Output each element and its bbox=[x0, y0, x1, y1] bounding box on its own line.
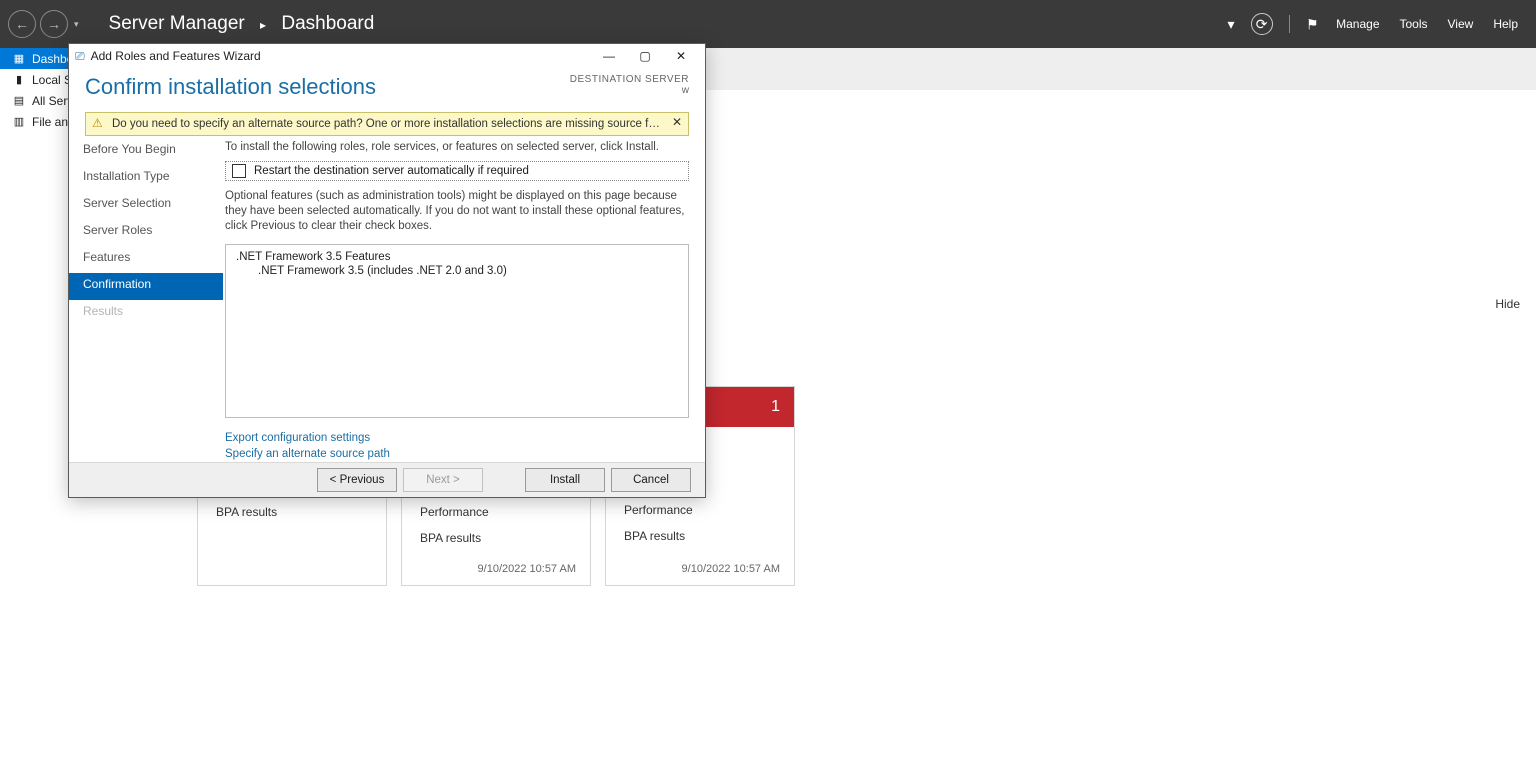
alternate-source-link[interactable]: Specify an alternate source path bbox=[225, 446, 689, 462]
warning-icon: ⚠ bbox=[92, 116, 103, 130]
server-manager-header: ← → ▾ Server Manager ▸ Dashboard ▾ ⟳ ⚑ M… bbox=[0, 0, 1536, 48]
optional-features-note: Optional features (such as administratio… bbox=[225, 189, 689, 234]
step-before-you-begin[interactable]: Before You Begin bbox=[69, 138, 223, 165]
step-server-selection[interactable]: Server Selection bbox=[69, 192, 223, 219]
restart-label: Restart the destination server automatic… bbox=[254, 165, 529, 177]
previous-button[interactable]: < Previous bbox=[317, 468, 397, 492]
feature-group: .NET Framework 3.5 Features bbox=[236, 251, 678, 263]
destination-value: w bbox=[570, 85, 689, 96]
restart-checkbox[interactable] bbox=[232, 164, 246, 178]
next-button: Next > bbox=[403, 468, 483, 492]
refresh-icon[interactable]: ⟳ bbox=[1251, 13, 1273, 35]
wizard-heading: Confirm installation selections bbox=[85, 74, 570, 100]
menu-tools[interactable]: Tools bbox=[1400, 17, 1428, 31]
close-button[interactable]: ✕ bbox=[663, 44, 699, 68]
menu-view[interactable]: View bbox=[1448, 17, 1474, 31]
warning-text: Do you need to specify an alternate sour… bbox=[112, 118, 689, 130]
install-instruction: To install the following roles, role ser… bbox=[225, 141, 689, 153]
wizard-footer: < Previous Next > Install Cancel bbox=[69, 462, 705, 497]
tile-row: Performance bbox=[606, 497, 794, 523]
storage-icon: ▥ bbox=[12, 115, 26, 128]
notifications-flag-icon[interactable]: ⚑ bbox=[1306, 15, 1319, 34]
breadcrumb: Server Manager ▸ Dashboard bbox=[109, 13, 375, 35]
menu-manage[interactable]: Manage bbox=[1336, 17, 1379, 31]
maximize-button[interactable]: ▢ bbox=[627, 44, 663, 68]
breadcrumb-separator-icon: ▸ bbox=[260, 18, 266, 32]
feature-item: .NET Framework 3.5 (includes .NET 2.0 an… bbox=[236, 265, 678, 277]
tile-timestamp: 9/10/2022 10:57 AM bbox=[682, 563, 780, 575]
destination-server: DESTINATION SERVER w bbox=[570, 74, 689, 96]
add-roles-wizard: ⎚ Add Roles and Features Wizard — ▢ ✕ Co… bbox=[68, 43, 706, 498]
tile-row: BPA results bbox=[606, 523, 794, 549]
menu-help[interactable]: Help bbox=[1493, 17, 1518, 31]
nav-arrows: ← → ▾ bbox=[0, 10, 79, 38]
step-features[interactable]: Features bbox=[69, 246, 223, 273]
wizard-body: Before You Begin Installation Type Serve… bbox=[69, 138, 705, 462]
restart-checkbox-row[interactable]: Restart the destination server automatic… bbox=[225, 161, 689, 181]
dashboard-icon: ▦ bbox=[12, 52, 26, 65]
tile-timestamp: 9/10/2022 10:57 AM bbox=[478, 563, 576, 575]
tile-row: BPA results bbox=[402, 525, 590, 551]
minimize-button[interactable]: — bbox=[591, 44, 627, 68]
wizard-app-icon: ⎚ bbox=[75, 49, 85, 64]
selected-features-list: .NET Framework 3.5 Features .NET Framewo… bbox=[225, 244, 689, 418]
step-confirmation[interactable]: Confirmation bbox=[69, 273, 223, 300]
export-config-link[interactable]: Export configuration settings bbox=[225, 430, 689, 446]
wizard-title: Add Roles and Features Wizard bbox=[91, 49, 261, 63]
server-icon: ▮ bbox=[12, 73, 26, 86]
servers-icon: ▤ bbox=[12, 94, 26, 107]
header-dropdown-icon[interactable]: ▾ bbox=[1228, 16, 1235, 33]
divider bbox=[1289, 15, 1290, 33]
wizard-titlebar[interactable]: ⎚ Add Roles and Features Wizard — ▢ ✕ bbox=[69, 44, 705, 68]
page-title: Dashboard bbox=[281, 13, 374, 34]
tile-row: Performance bbox=[402, 499, 590, 525]
destination-label: DESTINATION SERVER bbox=[570, 74, 689, 85]
back-button[interactable]: ← bbox=[8, 10, 36, 38]
tile-alert-count: 1 bbox=[771, 398, 780, 416]
step-results: Results bbox=[69, 300, 223, 327]
wizard-header: Confirm installation selections DESTINAT… bbox=[69, 68, 705, 112]
history-dropdown-icon[interactable]: ▾ bbox=[74, 19, 79, 30]
app-title: Server Manager bbox=[109, 13, 245, 34]
forward-button[interactable]: → bbox=[40, 10, 68, 38]
tile-row: BPA results bbox=[198, 499, 386, 525]
source-path-warning: ⚠ Do you need to specify an alternate so… bbox=[85, 112, 689, 136]
dismiss-warning-button[interactable]: ✕ bbox=[672, 115, 682, 129]
step-installation-type[interactable]: Installation Type bbox=[69, 165, 223, 192]
step-server-roles[interactable]: Server Roles bbox=[69, 219, 223, 246]
cancel-button[interactable]: Cancel bbox=[611, 468, 691, 492]
hide-link[interactable]: Hide bbox=[1495, 297, 1520, 311]
wizard-steps: Before You Begin Installation Type Serve… bbox=[69, 138, 223, 462]
header-right: ▾ ⟳ ⚑ Manage Tools View Help bbox=[1220, 0, 1528, 48]
wizard-content: To install the following roles, role ser… bbox=[223, 138, 705, 462]
install-button[interactable]: Install bbox=[525, 468, 605, 492]
